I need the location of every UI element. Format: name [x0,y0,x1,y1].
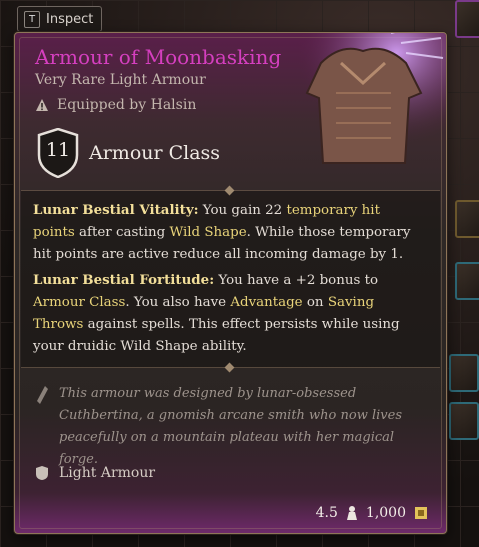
keyword-link[interactable]: Wild Shape [169,225,246,240]
item-footer: 4.5 1,000 [316,505,428,521]
inventory-slot[interactable] [455,262,479,300]
armour-class-label: Armour Class [89,142,221,164]
ability-name: Lunar Bestial Vitality: [33,202,199,218]
ability-text: . You also have [125,295,231,310]
armour-category-icon [36,466,48,480]
item-tooltip: Armour of Moonbasking Very Rare Light Ar… [14,32,447,534]
gold-icon [415,507,427,519]
quill-icon [37,386,48,404]
inspect-label: Inspect [46,11,94,27]
shield-ac-icon: 11 [37,128,79,178]
category-label: Light Armour [59,465,156,481]
item-category: Light Armour [35,465,155,481]
ability-text: after casting [74,225,170,240]
ability-fortitude: Lunar Bestial Fortitude: You have a +2 b… [33,269,413,358]
ability-text: on [302,295,328,310]
ability-text: You have a +2 bonus to [214,273,379,288]
inspect-key: T [24,10,40,28]
keyword-link[interactable]: Armour Class [33,295,125,310]
item-rarity-type: Very Rare Light Armour [35,72,206,88]
inventory-slot[interactable] [455,0,479,38]
price-value: 1,000 [365,505,406,521]
inventory-slot[interactable] [449,354,479,392]
equipped-by: Equipped by Halsin [35,97,196,113]
armour-class-row: 11 Armour Class [37,128,220,178]
equipped-by-text: Equipped by Halsin [57,97,197,113]
warning-icon [36,99,48,111]
inventory-slot[interactable] [455,200,479,238]
weight-icon [346,506,357,520]
weight-value: 4.5 [315,505,338,521]
ability-text: against spells. This effect persists whi… [33,317,400,354]
item-name: Armour of Moonbasking [35,45,282,69]
keyword-link[interactable]: Advantage [230,295,302,310]
ability-name: Lunar Bestial Fortitude: [33,272,215,288]
lore-text: This armour was designed by lunar-obsess… [59,386,403,467]
ability-vitality: Lunar Bestial Vitality: You gain 22 temp… [33,199,413,266]
armour-icon [281,33,446,173]
inspect-button[interactable]: T Inspect [17,6,103,32]
armour-class-value: 11 [45,139,71,161]
lore-section: This armour was designed by lunar-obsess… [35,383,430,471]
inventory-slot[interactable] [449,402,479,440]
ability-text: You gain 22 [198,203,287,218]
